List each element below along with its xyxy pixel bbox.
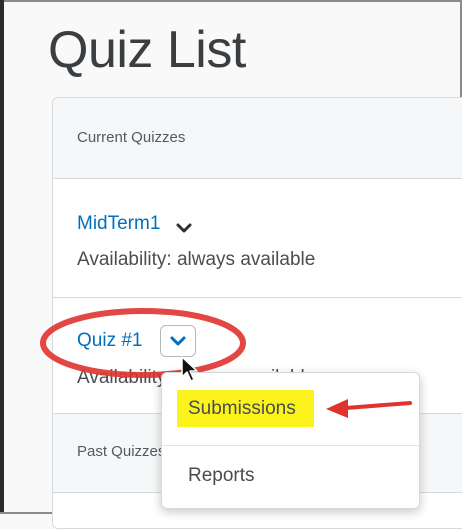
past-quizzes-label: Past Quizzes (77, 443, 166, 460)
screenshot-border-top (0, 0, 462, 2)
quiz-context-menu: Submissions Reports (161, 372, 420, 509)
quiz-row-midterm1: MidTerm1 Availability: always available (53, 179, 462, 298)
menu-item-reports-label: Reports (188, 465, 255, 486)
quiz-availability-midterm1: Availability: always available (77, 249, 316, 270)
current-quizzes-label: Current Quizzes (77, 129, 186, 146)
current-quizzes-header: Current Quizzes (53, 98, 462, 179)
quiz-context-menu-button[interactable] (160, 325, 196, 357)
page-title: Quiz List (48, 21, 246, 79)
quiz-link-quiz1[interactable]: Quiz #1 (77, 330, 142, 352)
menu-divider (162, 445, 419, 446)
screenshot-border-left (0, 0, 4, 514)
chevron-down-icon (170, 336, 186, 346)
quiz-link-midterm1[interactable]: MidTerm1 (77, 213, 160, 235)
menu-item-submissions-label: Submissions (188, 398, 296, 419)
chevron-down-icon[interactable] (173, 217, 195, 239)
